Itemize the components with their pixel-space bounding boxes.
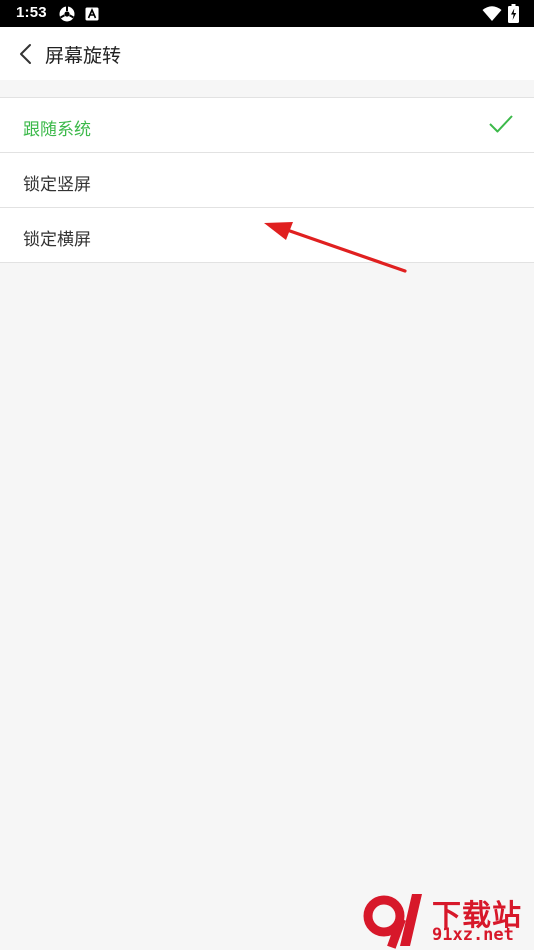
battery-charging-icon bbox=[508, 4, 519, 27]
wifi-icon bbox=[482, 5, 502, 26]
checkmark-icon bbox=[489, 115, 513, 133]
back-button[interactable] bbox=[10, 37, 40, 71]
rotation-options-list: 跟随系统 锁定竖屏 锁定横屏 bbox=[0, 97, 534, 263]
watermark: 下载站 91xz.net bbox=[362, 888, 534, 950]
watermark-domain: 91xz.net bbox=[432, 925, 514, 945]
vpn-key-icon bbox=[58, 5, 76, 27]
chevron-left-icon bbox=[20, 44, 31, 64]
status-time: 1:53 bbox=[16, 4, 47, 21]
watermark-logo-icon bbox=[363, 894, 422, 949]
option-follow-system[interactable]: 跟随系统 bbox=[0, 98, 534, 153]
option-lock-portrait[interactable]: 锁定竖屏 bbox=[0, 153, 534, 208]
accessibility-a-icon bbox=[85, 6, 99, 25]
page-title: 屏幕旋转 bbox=[45, 45, 122, 67]
option-lock-landscape[interactable]: 锁定横屏 bbox=[0, 208, 534, 263]
option-label: 锁定横屏 bbox=[23, 230, 91, 250]
status-bar: 1:53 bbox=[0, 0, 534, 27]
option-label: 锁定竖屏 bbox=[23, 175, 91, 195]
option-label: 跟随系统 bbox=[23, 120, 91, 140]
app-header: 屏幕旋转 bbox=[0, 27, 534, 80]
